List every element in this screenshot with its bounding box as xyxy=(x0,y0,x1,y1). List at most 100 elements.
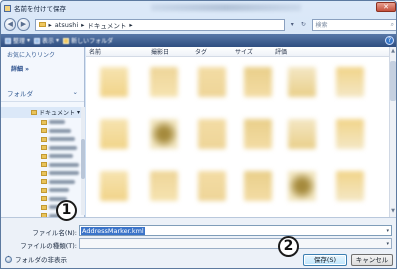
file-thumbnail[interactable] xyxy=(198,67,226,97)
file-thumbnail[interactable] xyxy=(150,67,178,97)
file-thumbnail[interactable] xyxy=(288,67,316,97)
dropdown-icon[interactable]: ▾ xyxy=(291,21,294,28)
address-controls: ▾ ↻ xyxy=(287,19,309,31)
folders-label: フォルダ xyxy=(7,90,33,98)
scroll-up-icon[interactable]: ▲ xyxy=(390,48,396,55)
file-thumbnail[interactable] xyxy=(336,119,364,149)
search-input[interactable]: 検索 ⌕ xyxy=(311,18,396,31)
folder-icon xyxy=(41,170,47,176)
file-thumbnail[interactable] xyxy=(198,119,226,149)
tree-item[interactable] xyxy=(1,186,81,195)
column-size[interactable]: サイズ xyxy=(232,47,272,56)
filetype-dropdown-icon[interactable]: ▾ xyxy=(386,241,389,247)
folder-icon xyxy=(41,162,47,168)
title-bar-blur xyxy=(151,4,301,11)
tree-item[interactable] xyxy=(1,127,81,136)
folder-icon xyxy=(41,179,47,185)
column-rating[interactable]: 評価 xyxy=(272,47,312,56)
views-label: 表示 xyxy=(42,38,55,45)
folder-icon xyxy=(41,187,47,193)
navigation-pane: お気に入りリンク 詳細 » フォルダ ⌄ ドキュメント ▾ xyxy=(1,47,85,219)
filename-label: ファイル名(N): xyxy=(32,229,77,237)
tree-item-label xyxy=(49,162,79,167)
organize-button[interactable]: 整理 ▾ xyxy=(5,36,30,45)
file-thumbnail[interactable] xyxy=(336,67,364,97)
new-folder-button[interactable]: 新しいフォルダ xyxy=(63,36,113,45)
tree-item-label xyxy=(49,120,65,125)
column-tags[interactable]: タグ xyxy=(192,47,232,56)
folder-icon xyxy=(38,22,46,27)
file-thumbnail[interactable] xyxy=(244,67,272,97)
annotation-marker-2: 2 xyxy=(278,236,299,257)
tree-item[interactable] xyxy=(1,161,81,170)
tree-item[interactable] xyxy=(1,144,81,153)
hide-folders-toggle[interactable]: ˄ フォルダの非表示 xyxy=(5,254,67,264)
filename-field[interactable]: AddressMarker.kml ▾ xyxy=(79,225,392,236)
tree-item[interactable] xyxy=(1,135,81,144)
file-thumbnail[interactable] xyxy=(100,171,128,201)
tree-item-label xyxy=(49,179,75,184)
folder-icon xyxy=(41,145,47,151)
save-button[interactable]: 保存(S) xyxy=(303,254,347,266)
filename-value: AddressMarker.kml xyxy=(81,226,145,235)
window-title: 名前を付けて保存 xyxy=(14,5,66,13)
tree-item-label xyxy=(49,154,73,159)
tree-item-label xyxy=(49,128,71,133)
folder-icon xyxy=(41,136,47,142)
tree-item[interactable] xyxy=(1,169,81,178)
file-thumbnail[interactable] xyxy=(150,171,178,201)
new-folder-label: 新しいフォルダ xyxy=(71,38,114,45)
column-date-taken[interactable]: 撮影日 xyxy=(148,47,192,56)
forward-button[interactable]: ▶ xyxy=(17,18,30,31)
filetype-select[interactable]: ▾ xyxy=(79,238,392,249)
search-icon[interactable]: ⌕ xyxy=(391,21,394,29)
folder-icon xyxy=(31,110,37,115)
annotation-marker-1: 1 xyxy=(56,200,77,221)
tree-item[interactable] xyxy=(1,178,81,187)
file-thumbnail[interactable] xyxy=(150,119,178,149)
breadcrumb-separator: ▸ xyxy=(48,20,52,29)
folder-tree: ドキュメント ▾ xyxy=(1,107,81,219)
scroll-down-icon[interactable]: ▼ xyxy=(390,208,396,215)
close-button[interactable]: ✕ xyxy=(376,2,396,12)
save-panel: ファイル名(N): AddressMarker.kml ▾ ファイルの種類(T)… xyxy=(1,217,396,268)
address-bar: ◀ ▶ ▸ atsushi ▸ ドキュメント ▸ ▾ ↻ 検索 ⌕ xyxy=(1,15,396,34)
column-name[interactable]: 名前 xyxy=(86,47,148,56)
favorites-more-link[interactable]: 詳細 » xyxy=(1,62,84,75)
organize-icon xyxy=(5,37,11,44)
cancel-button[interactable]: キャンセル xyxy=(351,254,393,266)
file-thumbnail[interactable] xyxy=(198,171,226,201)
views-icon xyxy=(34,37,41,44)
tree-scroll-thumb[interactable] xyxy=(81,139,85,179)
tree-item-label xyxy=(49,171,79,176)
breadcrumb-separator: ▸ xyxy=(129,20,133,29)
new-folder-icon xyxy=(63,37,70,44)
breadcrumb-user[interactable]: atsushi xyxy=(55,21,78,29)
file-thumbnail[interactable] xyxy=(288,171,316,201)
folder-icon xyxy=(41,119,47,125)
file-list-scroll-thumb[interactable] xyxy=(390,61,396,101)
views-button[interactable]: 表示 ▾ xyxy=(34,36,59,45)
file-thumbnail[interactable] xyxy=(100,67,128,97)
filename-dropdown-icon[interactable]: ▾ xyxy=(386,228,389,234)
refresh-icon[interactable]: ↻ xyxy=(301,21,306,28)
tree-item-documents[interactable]: ドキュメント ▾ xyxy=(1,107,81,118)
title-bar: 名前を付けて保存 ✕ xyxy=(1,1,396,15)
app-icon xyxy=(4,4,11,12)
breadcrumb[interactable]: ▸ atsushi ▸ ドキュメント ▸ xyxy=(34,18,286,31)
chevron-down-icon[interactable]: ⌄ xyxy=(73,88,78,98)
tree-item[interactable] xyxy=(1,118,81,127)
column-headers: 名前 撮影日 タグ サイズ 評価 xyxy=(86,47,389,57)
tree-item-label xyxy=(49,188,69,193)
file-thumbnail[interactable] xyxy=(288,119,316,149)
back-button[interactable]: ◀ xyxy=(4,18,17,31)
file-list: 名前 撮影日 タグ サイズ 評価 xyxy=(86,47,389,217)
breadcrumb-documents[interactable]: ドキュメント xyxy=(87,20,126,30)
folders-header[interactable]: フォルダ ⌄ xyxy=(1,85,84,102)
file-thumbnail[interactable] xyxy=(336,171,364,201)
file-thumbnail[interactable] xyxy=(244,171,272,201)
help-icon[interactable]: ? xyxy=(385,36,394,45)
file-thumbnail[interactable] xyxy=(244,119,272,149)
file-thumbnail[interactable] xyxy=(100,119,128,149)
tree-item[interactable] xyxy=(1,152,81,161)
